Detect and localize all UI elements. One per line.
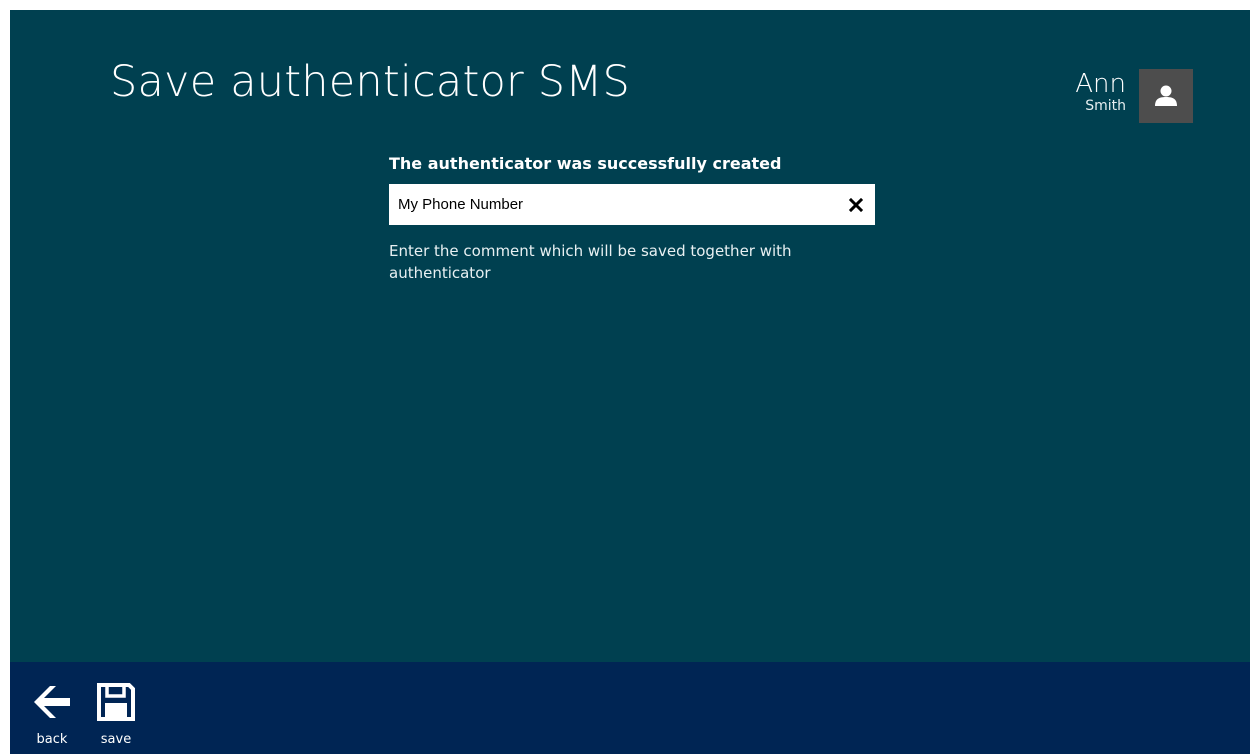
user-last-name: Smith xyxy=(1085,98,1126,114)
save-icon-wrap xyxy=(94,680,138,724)
back-label: back xyxy=(36,732,68,747)
back-button[interactable]: back xyxy=(30,680,74,747)
arrow-left-icon xyxy=(34,686,70,718)
save-label: save xyxy=(100,732,132,747)
comment-field[interactable] xyxy=(389,184,875,225)
clear-button[interactable] xyxy=(843,192,869,218)
back-icon-wrap xyxy=(30,680,74,724)
user-names: Ann Smith xyxy=(1075,69,1126,114)
user-account[interactable]: Ann Smith xyxy=(1075,69,1193,123)
page-title: Save authenticator SMS xyxy=(110,57,631,107)
close-icon xyxy=(849,198,863,212)
authenticator-form: The authenticator was successfully creat… xyxy=(389,154,876,284)
user-first-name: Ann xyxy=(1075,69,1126,99)
comment-input[interactable] xyxy=(389,184,829,225)
app-window: Save authenticator SMS Ann Smith The aut… xyxy=(10,10,1250,754)
save-button[interactable]: save xyxy=(94,680,138,747)
user-icon xyxy=(1155,85,1177,106)
app-bar: back save xyxy=(10,662,1250,754)
comment-help-text: Enter the comment which will be saved to… xyxy=(389,242,792,282)
floppy-disk-icon xyxy=(97,683,135,721)
status-heading: The authenticator was successfully creat… xyxy=(389,154,782,173)
avatar[interactable] xyxy=(1139,69,1193,123)
